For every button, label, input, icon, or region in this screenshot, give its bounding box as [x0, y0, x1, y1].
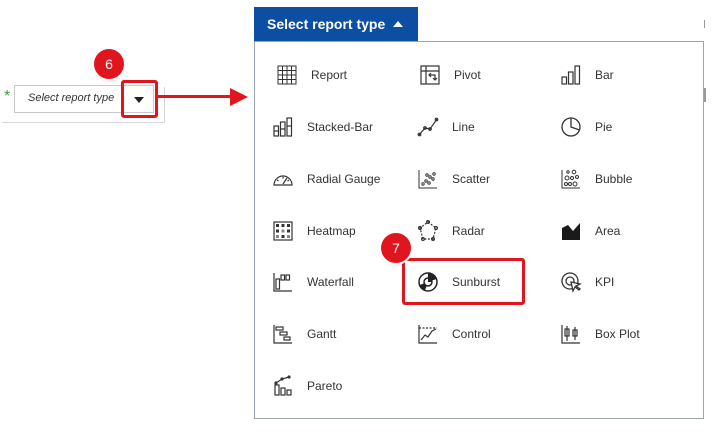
step-6-badge: 6 [94, 49, 124, 79]
menu-item-waterfall[interactable]: Waterfall [272, 267, 354, 297]
pointer-arrow-line [158, 95, 232, 98]
heatmap-icon [273, 221, 293, 241]
menu-item-scatter[interactable]: Scatter [417, 164, 490, 194]
menu-item-radar[interactable]: Radar [417, 216, 485, 246]
select-report-type-button[interactable]: Select report type [254, 7, 418, 41]
pie-chart-icon [561, 117, 581, 137]
area-chart-icon [562, 223, 580, 240]
menu-item-label: Radial Gauge [307, 172, 381, 186]
menu-item-box-plot[interactable]: Box Plot [560, 319, 640, 349]
waterfall-icon [273, 273, 292, 292]
stacked-bar-icon [273, 117, 293, 137]
menu-item-pivot[interactable]: Pivot [419, 60, 481, 90]
grid-icon [277, 65, 297, 85]
scatter-icon [418, 170, 437, 189]
menu-item-label: KPI [595, 275, 615, 289]
bar-chart-icon [561, 65, 581, 85]
menu-item-label: Pareto [307, 379, 343, 393]
menu-item-label: Line [452, 120, 475, 134]
control-chart-icon [418, 325, 437, 344]
menu-item-report[interactable]: Report [276, 60, 347, 90]
menu-item-label: Box Plot [595, 327, 640, 341]
menu-item-label: Bubble [595, 172, 633, 186]
gantt-icon [273, 325, 292, 344]
bubble-icon [561, 169, 580, 189]
pointer-arrow-head-icon [230, 88, 248, 106]
select-report-type-label: Select report type [267, 16, 386, 32]
menu-item-radial-gauge[interactable]: Radial Gauge [272, 164, 380, 194]
menu-item-label: Waterfall [307, 275, 354, 289]
menu-item-pie[interactable]: Pie [560, 112, 612, 142]
pareto-icon [274, 375, 292, 396]
menu-item-bubble[interactable]: Bubble [560, 164, 632, 194]
kpi-icon [561, 272, 582, 293]
menu-item-label: Gantt [307, 327, 337, 341]
menu-item-label: Radar [452, 224, 485, 238]
menu-item-label: Report [311, 68, 348, 82]
menu-item-kpi[interactable]: KPI [560, 267, 614, 297]
menu-item-label: Bar [595, 68, 614, 82]
radar-icon [418, 220, 439, 242]
step-7-highlight [402, 258, 525, 305]
report-type-placeholder: Select report type [28, 92, 115, 104]
chevron-up-icon [393, 21, 403, 27]
menu-item-area[interactable]: Area [560, 216, 620, 246]
menu-item-control[interactable]: Control [417, 319, 491, 349]
pivot-icon [420, 65, 440, 85]
menu-item-label: Area [595, 224, 621, 238]
menu-item-stacked-bar[interactable]: Stacked-Bar [272, 112, 373, 142]
menu-item-label: Control [452, 327, 491, 341]
box-plot-icon [561, 325, 580, 344]
step-7-badge: 7 [381, 233, 411, 263]
edge-divider [704, 20, 705, 28]
menu-item-pareto[interactable]: Pareto [272, 371, 342, 401]
menu-item-label: Pivot [454, 68, 481, 82]
menu-item-label: Stacked-Bar [307, 120, 374, 134]
step-6-highlight [121, 80, 158, 118]
menu-item-heatmap[interactable]: Heatmap [272, 216, 356, 246]
edge-divider [704, 88, 706, 102]
menu-item-label: Heatmap [307, 224, 356, 238]
required-marker: * [4, 88, 11, 105]
line-chart-icon [417, 117, 439, 137]
gauge-icon [273, 175, 293, 186]
menu-item-label: Pie [595, 120, 613, 134]
menu-item-line[interactable]: Line [417, 112, 475, 142]
menu-item-gantt[interactable]: Gantt [272, 319, 336, 349]
menu-item-bar[interactable]: Bar [560, 60, 614, 90]
menu-item-label: Scatter [452, 172, 491, 186]
